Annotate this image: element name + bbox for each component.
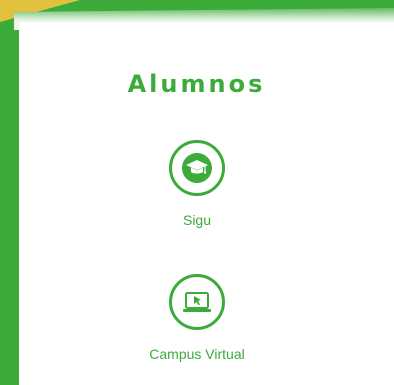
sigu-label: Sigu [182, 212, 212, 228]
students-panel: Alumnos Sigu Campus Virtual [19, 22, 394, 385]
section-title: Alumnos [127, 70, 266, 98]
laptop-cursor-icon [169, 274, 225, 330]
graduation-cap-icon [169, 140, 225, 196]
campus-virtual-link[interactable]: Campus Virtual [109, 274, 285, 362]
sigu-link[interactable]: Sigu [109, 140, 285, 228]
campus-virtual-label: Campus Virtual [149, 346, 245, 362]
